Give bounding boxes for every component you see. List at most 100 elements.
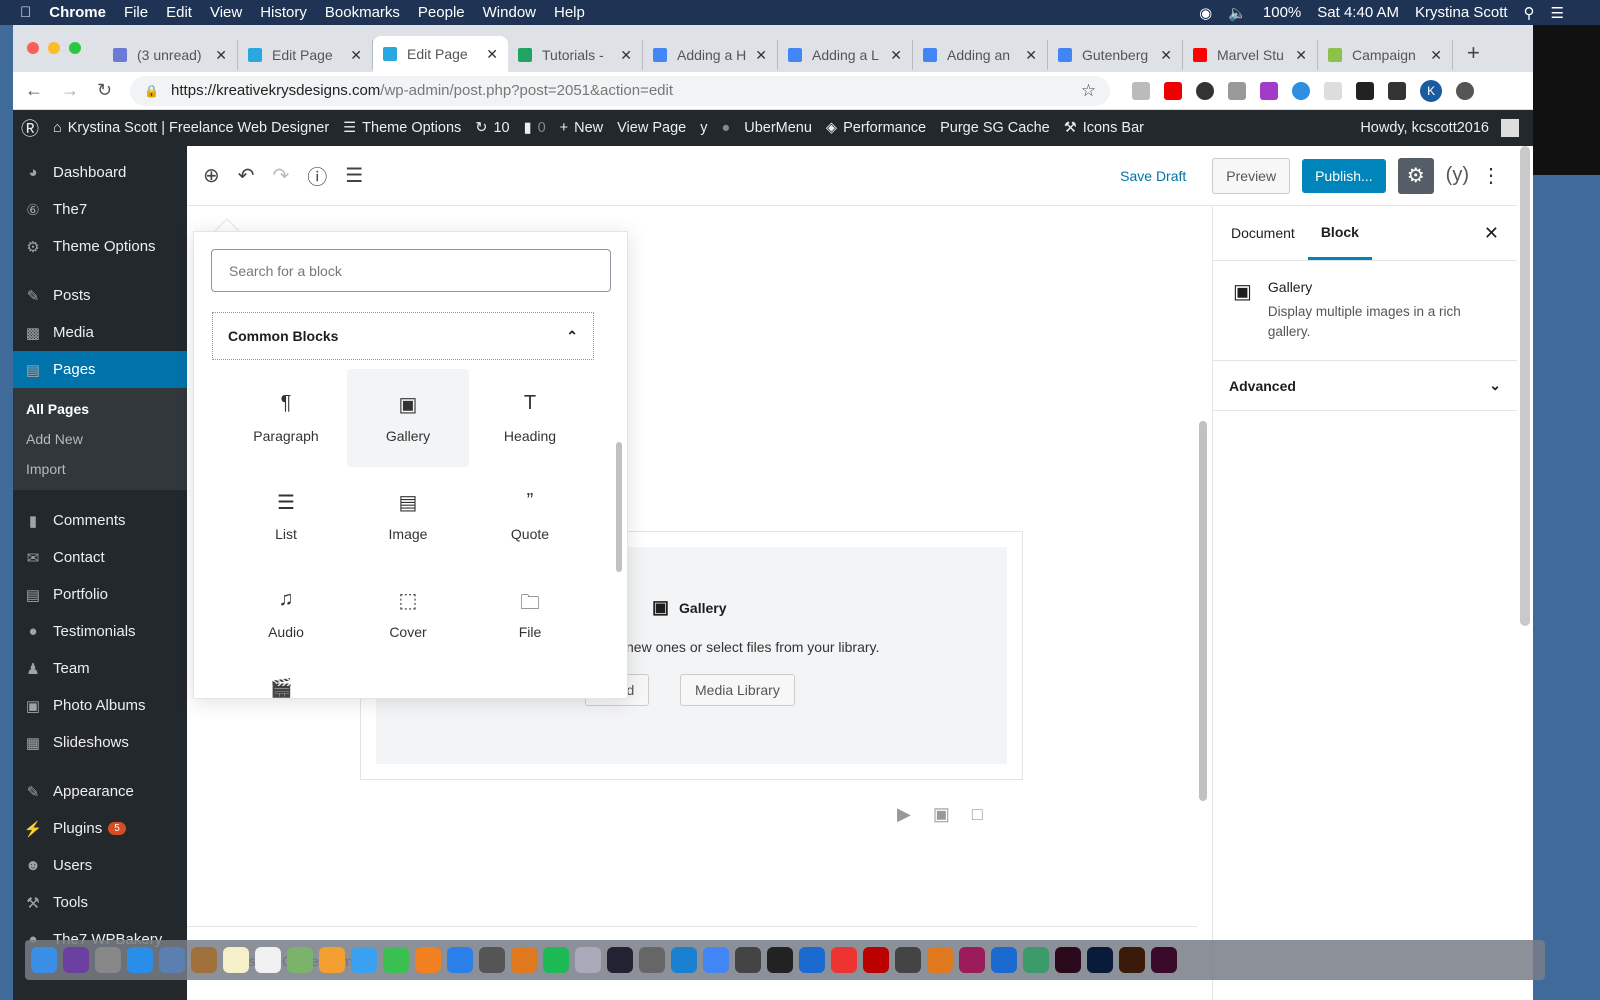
sidebar-item-team[interactable]: ♟ Team [13, 650, 187, 687]
menu-file[interactable]: File [124, 4, 148, 21]
browser-tab[interactable]: Adding a L ✕ [778, 40, 913, 70]
close-tab-icon[interactable]: ✕ [1430, 47, 1442, 64]
block-image[interactable]: ▤ Image [347, 467, 469, 565]
sidebar-item-plugins[interactable]: ⚡ Plugins 5 [13, 810, 187, 847]
volume-icon[interactable]: 🔈 [1228, 4, 1247, 22]
php-extension-icon[interactable] [1324, 81, 1343, 100]
dock-app-icon[interactable] [671, 947, 697, 973]
wordpress-extension-icon[interactable] [1196, 81, 1215, 100]
dock-app-icon[interactable] [959, 947, 985, 973]
notification-list-icon[interactable]: ☰ [1551, 4, 1564, 22]
menu-app[interactable]: Chrome [49, 4, 106, 21]
block-list[interactable]: ☰ List [225, 467, 347, 565]
dock-app-icon[interactable] [927, 947, 953, 973]
back-icon[interactable]: ← [25, 80, 43, 101]
terminal-extension-icon[interactable] [1356, 81, 1375, 100]
close-icon[interactable]: ✕ [1471, 206, 1517, 260]
dock-app-icon[interactable] [159, 947, 185, 973]
dock-app-icon[interactable] [95, 947, 121, 973]
block-quote[interactable]: ” Quote [469, 467, 591, 565]
dock-app-icon[interactable] [735, 947, 761, 973]
dock-app-icon[interactable] [799, 947, 825, 973]
menubar-user[interactable]: Krystina Scott [1415, 4, 1508, 21]
new-tab-button[interactable]: + [1467, 40, 1480, 66]
admin-updates[interactable]: 10 [493, 120, 509, 136]
browser-tab[interactable]: Gutenberg ✕ [1048, 40, 1183, 70]
sidebar-item-pages[interactable]: ▤ Pages [13, 351, 187, 388]
sidebar-item-theme-options[interactable]: ⚙ Theme Options [13, 228, 187, 265]
block-cover[interactable]: ⬚ Cover [347, 565, 469, 663]
sidebar-item-slideshows[interactable]: ▦ Slideshows [13, 724, 187, 761]
dock-app-icon[interactable] [383, 947, 409, 973]
dock-app-icon[interactable] [703, 947, 729, 973]
menu-bookmarks[interactable]: Bookmarks [325, 4, 400, 21]
dock-app-icon[interactable] [1055, 947, 1081, 973]
menu-history[interactable]: History [260, 4, 307, 21]
browser-tab[interactable]: Campaign ✕ [1318, 40, 1453, 70]
sidebar-item-appearance[interactable]: ✎ Appearance [13, 773, 187, 810]
block-gallery[interactable]: ▣ Gallery [347, 369, 469, 467]
dock-app-icon[interactable] [127, 947, 153, 973]
inserter-scrollbar[interactable] [616, 442, 622, 572]
apple-icon[interactable]:  [20, 4, 31, 21]
video-block-icon[interactable]: 🎬 [270, 678, 292, 699]
block-audio[interactable]: ♫ Audio [225, 565, 347, 663]
info-icon[interactable]: ⓘ [307, 161, 327, 190]
sidebar-item-the7[interactable]: ⑥ The7 [13, 191, 187, 228]
browser-tab[interactable]: Tutorials - ✕ [508, 40, 643, 70]
dock-app-icon[interactable] [1087, 947, 1113, 973]
admin-new[interactable]: New [574, 120, 603, 136]
tab-block[interactable]: Block [1307, 206, 1372, 260]
dock-app-icon[interactable] [447, 947, 473, 973]
drive-extension-icon[interactable] [1132, 81, 1151, 100]
battery-status[interactable]: 100% [1263, 4, 1301, 21]
page-scrollbar[interactable] [1520, 146, 1530, 626]
admin-comments[interactable]: 0 [538, 120, 546, 136]
update-icon[interactable] [1456, 81, 1475, 100]
preview-button[interactable]: Preview [1212, 157, 1291, 194]
undo-icon[interactable]: ↶ [238, 163, 255, 188]
sidebar-item-comments[interactable]: ▮ Comments [13, 502, 187, 539]
dock-app-icon[interactable] [991, 947, 1017, 973]
menu-view[interactable]: View [210, 4, 242, 21]
admin-icons-bar[interactable]: Icons Bar [1083, 120, 1144, 136]
browser-tab[interactable]: Adding a H ✕ [643, 40, 778, 70]
dock-app-icon[interactable] [255, 947, 281, 973]
dock-app-icon[interactable] [31, 947, 57, 973]
dock-app-icon[interactable] [639, 947, 665, 973]
browser-tab[interactable]: Adding an ✕ [913, 40, 1048, 70]
dock-app-icon[interactable] [863, 947, 889, 973]
rp-extension-icon[interactable] [1260, 81, 1279, 100]
tab-document[interactable]: Document [1218, 206, 1308, 260]
submenu-all-pages[interactable]: All Pages [13, 394, 187, 424]
dock-app-icon[interactable] [575, 947, 601, 973]
dock-app-icon[interactable] [1023, 947, 1049, 973]
browser-tab[interactable]: Marvel Stu ✕ [1183, 40, 1318, 70]
forward-icon[interactable]: → [61, 80, 79, 101]
dock-app-icon[interactable] [607, 947, 633, 973]
close-tab-icon[interactable]: ✕ [890, 47, 902, 64]
dock-app-icon[interactable] [479, 947, 505, 973]
dock-app-icon[interactable] [415, 947, 441, 973]
dock-app-icon[interactable] [191, 947, 217, 973]
close-tab-icon[interactable]: ✕ [486, 46, 498, 63]
close-tab-icon[interactable]: ✕ [1295, 47, 1307, 64]
sidebar-item-testimonials[interactable]: ● Testimonials [13, 613, 187, 650]
sidebar-item-portfolio[interactable]: ▤ Portfolio [13, 576, 187, 613]
sidebar-item-tools[interactable]: ⚒ Tools [13, 884, 187, 921]
menu-window[interactable]: Window [483, 4, 536, 21]
gallery-shortcut-icon[interactable]: ▣ [933, 804, 950, 825]
dock-app-icon[interactable] [319, 947, 345, 973]
menu-people[interactable]: People [418, 4, 465, 21]
browser-tab[interactable]: (3 unread) ✕ [103, 40, 238, 70]
dock-app-icon[interactable] [63, 947, 89, 973]
adblock-extension-icon[interactable] [1164, 81, 1183, 100]
add-block-icon[interactable]: ⊕ [203, 163, 220, 188]
media-library-button[interactable]: Media Library [680, 674, 795, 706]
sidebar-item-dashboard[interactable]: ◕ Dashboard [13, 154, 187, 191]
more-options-icon[interactable]: ⋮ [1481, 163, 1501, 188]
close-tab-icon[interactable]: ✕ [350, 47, 362, 64]
wifi-icon[interactable]: ◉ [1199, 4, 1212, 22]
submenu-import[interactable]: Import [13, 454, 187, 484]
url-input[interactable]: 🔒 https://kreativekrysdesigns.com/wp-adm… [130, 75, 1111, 106]
